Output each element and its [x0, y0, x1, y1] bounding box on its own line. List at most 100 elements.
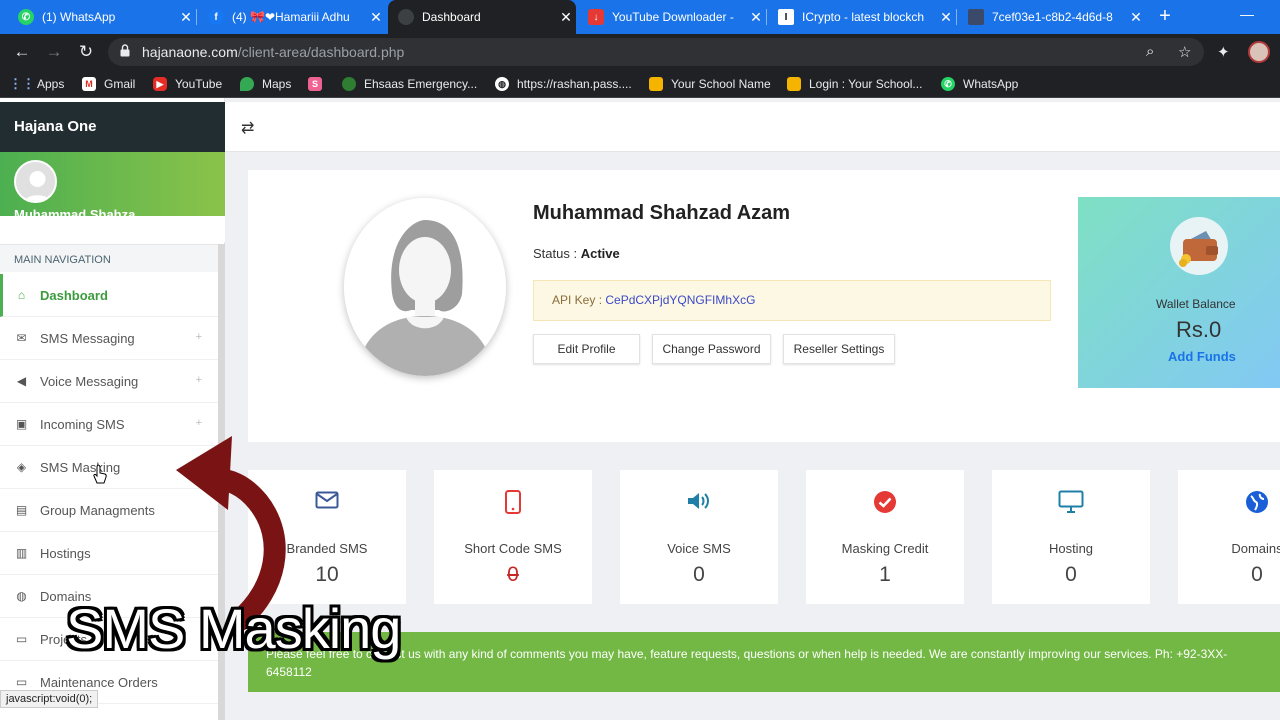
user-panel: Muhammad Shahza [0, 152, 225, 216]
status-label: Status : [533, 246, 581, 261]
wallet-icon [1170, 217, 1228, 275]
tab-dashboard[interactable]: Dashboard ✕ [388, 0, 576, 34]
wallet-card: Wallet Balance Rs.0 Add Funds [1078, 197, 1280, 388]
edit-profile-button[interactable]: Edit Profile [533, 334, 640, 364]
hand-cursor-icon [93, 464, 107, 484]
bookmark-youtube[interactable]: ▶ YouTube [153, 76, 222, 92]
address-bar-row: ← → ↻ hajanaone.com/client-area/dashboar… [0, 34, 1280, 70]
close-icon[interactable]: ✕ [366, 9, 386, 26]
clipboard-icon: ▭ [15, 632, 28, 646]
browser-tab-strip: ✆ (1) WhatsApp ✕ f (4) 🎀❤Hamariii Adhu ✕… [0, 0, 1280, 34]
extensions-icon[interactable]: ✦ [1217, 43, 1230, 61]
youtube-icon: ▶ [153, 77, 167, 91]
school-icon [649, 77, 663, 91]
bookmark-school-login[interactable]: Login : Your School... [787, 76, 922, 92]
profile-avatar-large [344, 198, 506, 376]
bookmark-whatsapp[interactable]: ✆ WhatsApp [941, 76, 1018, 92]
stat-short-code-sms[interactable]: Short Code SMS 0 [434, 470, 592, 604]
stat-hosting[interactable]: Hosting 0 [992, 470, 1150, 604]
tab-document[interactable]: 7cef03e1-c8b2-4d6d-8 ✕ [958, 0, 1146, 34]
sidebar-item-label: Incoming SMS [40, 416, 125, 432]
stat-value: 1 [879, 563, 891, 586]
ehsaas-icon [342, 77, 356, 91]
sidebar-item-label: SMS Masking [40, 459, 121, 475]
api-key-label: API Key : [552, 293, 606, 307]
close-icon[interactable]: ✕ [936, 9, 956, 26]
apps-icon: ⋮⋮ [9, 76, 35, 91]
layers-icon: ◈ [16, 460, 27, 474]
api-key-value[interactable]: CePdCXPjdYQNGFIMhXcG [605, 293, 755, 307]
tab-title: (1) WhatsApp [42, 10, 116, 24]
bookmark-gmail[interactable]: M Gmail [82, 76, 135, 92]
stat-label: Short Code SMS [464, 541, 562, 556]
sidebar-item-label: SMS Messaging [40, 330, 135, 346]
expand-icon[interactable]: + [196, 417, 202, 429]
new-tab-button[interactable]: + [1154, 5, 1176, 29]
clipboard-icon: ▭ [15, 675, 28, 689]
tab-youtube-downloader[interactable]: ↓ YouTube Downloader - ✕ [578, 0, 767, 34]
close-icon[interactable]: ✕ [176, 9, 196, 26]
api-key-box: API Key : CePdCXPjdYQNGFIMhXcG [533, 280, 1051, 321]
add-funds-link[interactable]: Add Funds [1168, 349, 1236, 364]
home-icon: ⌂ [17, 288, 26, 302]
back-button[interactable]: ← [11, 41, 33, 63]
profile-avatar[interactable] [1248, 41, 1270, 63]
globe-icon [1178, 490, 1280, 514]
icrypto-icon: I [778, 9, 794, 25]
sidebar-item-sms-messaging[interactable]: ✉ SMS Messaging + [0, 317, 218, 360]
close-icon[interactable]: ✕ [746, 9, 766, 26]
bookmarks-bar: ⋮⋮ Apps M Gmail ▶ YouTube Maps S Ehsaas … [0, 70, 1280, 98]
minimize-button[interactable]: — [1240, 6, 1254, 22]
expand-icon[interactable]: + [196, 331, 202, 343]
tab-whatsapp[interactable]: ✆ (1) WhatsApp ✕ [8, 0, 197, 34]
tab-facebook[interactable]: f (4) 🎀❤Hamariii Adhu ✕ [198, 0, 386, 34]
bookmark-icon: S [308, 77, 322, 91]
brand-logo[interactable]: Hajana One [0, 102, 225, 152]
sidebar-item-dashboard[interactable]: ⌂ Dashboard [0, 274, 218, 317]
monitor-icon [992, 490, 1150, 514]
lock-icon[interactable] [120, 44, 130, 57]
url-field[interactable]: hajanaone.com/client-area/dashboard.php … [108, 38, 1204, 66]
video-caption: SMS Masking [66, 597, 401, 660]
tab-title: (4) 🎀❤Hamariii Adhu [232, 10, 350, 24]
forward-button[interactable]: → [43, 41, 65, 63]
tab-title: ICrypto - latest blockch [802, 10, 925, 24]
stat-domains[interactable]: Domains 0 [1178, 470, 1280, 604]
top-navbar: ⇄ [225, 102, 1280, 152]
stat-value: 0 [1251, 563, 1263, 586]
sidebar-item-voice-messaging[interactable]: ◀ Voice Messaging + [0, 360, 218, 403]
reload-button[interactable]: ↻ [75, 41, 97, 63]
close-icon[interactable]: ✕ [1126, 9, 1146, 26]
wallet-balance: Rs.0 [1176, 317, 1222, 342]
stat-label: Domains [1231, 541, 1280, 556]
profile-card: Muhammad Shahzad Azam Status : Active AP… [248, 170, 1280, 442]
status-value: Active [580, 246, 620, 261]
sidebar-toggle-icon[interactable]: ⇄ [241, 118, 254, 138]
stat-value: 0 [693, 563, 705, 586]
star-icon[interactable]: ☆ [1178, 43, 1191, 61]
stat-label: Voice SMS [667, 541, 731, 556]
bookmark-apps[interactable]: ⋮⋮ Apps [9, 76, 64, 92]
bookmark-maps[interactable]: Maps [240, 76, 291, 92]
bookmark-ehsaas[interactable]: Ehsaas Emergency... [342, 76, 477, 92]
reseller-settings-button[interactable]: Reseller Settings [783, 334, 895, 364]
envelope-icon: ✉ [16, 331, 27, 345]
change-password-button[interactable]: Change Password [652, 334, 771, 364]
zoom-icon[interactable]: ⌕ [1146, 43, 1154, 60]
stat-masking-credit[interactable]: Masking Credit 1 [806, 470, 964, 604]
stat-voice-sms[interactable]: Voice SMS 0 [620, 470, 778, 604]
bookmark-rashan[interactable]: ◍ https://rashan.pass.... [495, 76, 632, 92]
sidebar-item-label: Group Managments [40, 502, 155, 518]
tab-icrypto[interactable]: I ICrypto - latest blockch ✕ [768, 0, 957, 34]
school-icon [787, 77, 801, 91]
mobile-icon [434, 490, 592, 514]
bookmark-school[interactable]: Your School Name [649, 76, 771, 92]
bookmark-unnamed[interactable]: S [308, 76, 330, 92]
address-book-icon: ▤ [15, 503, 28, 517]
browser-status-bar: javascript:void(0); [0, 690, 99, 708]
close-icon[interactable]: ✕ [556, 9, 576, 26]
volume-icon [620, 490, 778, 514]
expand-icon[interactable]: + [196, 374, 202, 386]
server-icon: ▥ [15, 546, 28, 560]
sidebar-item-label: Maintenance Orders [40, 674, 158, 690]
